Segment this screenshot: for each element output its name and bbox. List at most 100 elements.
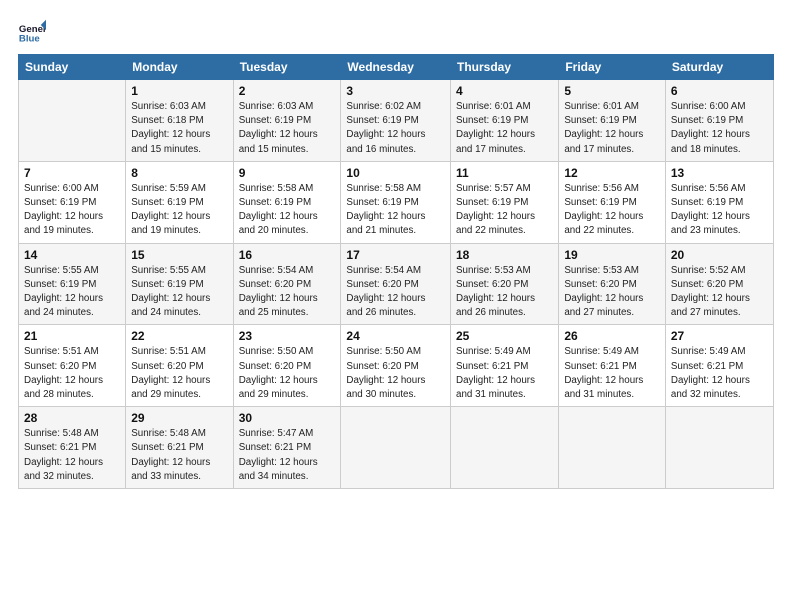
day-number: 21	[24, 329, 120, 343]
day-number: 14	[24, 248, 120, 262]
weekday-header: Tuesday	[233, 55, 341, 80]
day-info: Sunrise: 5:53 AM Sunset: 6:20 PM Dayligh…	[456, 264, 553, 321]
day-number: 30	[239, 411, 336, 425]
calendar-cell: 22 Sunrise: 5:51 AM Sunset: 6:20 PM Dayli…	[126, 325, 233, 407]
calendar-cell	[19, 80, 126, 162]
weekday-header: Friday	[559, 55, 666, 80]
day-info: Sunrise: 6:03 AM Sunset: 6:18 PM Dayligh…	[131, 100, 227, 157]
calendar-cell	[451, 407, 559, 489]
day-info: Sunrise: 5:52 AM Sunset: 6:20 PM Dayligh…	[671, 264, 768, 321]
calendar-cell: 30Sunrise: 5:47 AM Sunset: 6:21 PM Dayli…	[233, 407, 341, 489]
calendar-cell: 17 Sunrise: 5:54 AM Sunset: 6:20 PM Dayli…	[341, 243, 451, 325]
calendar-cell: 24 Sunrise: 5:50 AM Sunset: 6:20 PM Dayli…	[341, 325, 451, 407]
day-info: Sunrise: 5:51 AM Sunset: 6:20 PM Dayligh…	[24, 345, 120, 402]
calendar-cell: 4 Sunrise: 6:01 AM Sunset: 6:19 PM Daylig…	[451, 80, 559, 162]
day-number: 29	[131, 411, 227, 425]
day-info: Sunrise: 5:59 AM Sunset: 6:19 PM Dayligh…	[131, 182, 227, 239]
calendar-cell: 26Sunrise: 5:49 AM Sunset: 6:21 PM Dayli…	[559, 325, 666, 407]
calendar-cell: 20 Sunrise: 5:52 AM Sunset: 6:20 PM Dayli…	[665, 243, 773, 325]
calendar-cell: 8 Sunrise: 5:59 AM Sunset: 6:19 PM Daylig…	[126, 161, 233, 243]
calendar-cell: 9 Sunrise: 5:58 AM Sunset: 6:19 PM Daylig…	[233, 161, 341, 243]
day-info: Sunrise: 5:56 AM Sunset: 6:19 PM Dayligh…	[671, 182, 768, 239]
day-number: 5	[564, 84, 660, 98]
day-number: 20	[671, 248, 768, 262]
day-number: 17	[346, 248, 445, 262]
day-number: 1	[131, 84, 227, 98]
day-info: Sunrise: 5:58 AM Sunset: 6:19 PM Dayligh…	[239, 182, 336, 239]
calendar-cell: 19 Sunrise: 5:53 AM Sunset: 6:20 PM Dayli…	[559, 243, 666, 325]
day-number: 24	[346, 329, 445, 343]
day-info: Sunrise: 6:03 AM Sunset: 6:19 PM Dayligh…	[239, 100, 336, 157]
day-info: Sunrise: 5:51 AM Sunset: 6:20 PM Dayligh…	[131, 345, 227, 402]
day-number: 27	[671, 329, 768, 343]
day-info: Sunrise: 5:57 AM Sunset: 6:19 PM Dayligh…	[456, 182, 553, 239]
day-number: 2	[239, 84, 336, 98]
calendar-cell: 15 Sunrise: 5:55 AM Sunset: 6:19 PM Dayli…	[126, 243, 233, 325]
day-number: 10	[346, 166, 445, 180]
day-info: Sunrise: 5:49 AM Sunset: 6:21 PM Dayligh…	[671, 345, 768, 402]
day-info: Sunrise: 5:55 AM Sunset: 6:19 PM Dayligh…	[24, 264, 120, 321]
day-info: Sunrise: 6:00 AM Sunset: 6:19 PM Dayligh…	[671, 100, 768, 157]
day-info: Sunrise: 5:54 AM Sunset: 6:20 PM Dayligh…	[346, 264, 445, 321]
calendar-cell: 11 Sunrise: 5:57 AM Sunset: 6:19 PM Dayli…	[451, 161, 559, 243]
calendar-cell: 23 Sunrise: 5:50 AM Sunset: 6:20 PM Dayli…	[233, 325, 341, 407]
day-number: 7	[24, 166, 120, 180]
weekday-header: Thursday	[451, 55, 559, 80]
calendar-cell	[559, 407, 666, 489]
svg-text:Blue: Blue	[19, 34, 40, 45]
weekday-header: Wednesday	[341, 55, 451, 80]
day-number: 28	[24, 411, 120, 425]
day-info: Sunrise: 5:58 AM Sunset: 6:19 PM Dayligh…	[346, 182, 445, 239]
day-number: 23	[239, 329, 336, 343]
day-info: Sunrise: 6:01 AM Sunset: 6:19 PM Dayligh…	[564, 100, 660, 157]
day-number: 26	[564, 329, 660, 343]
logo: General Blue	[18, 18, 46, 46]
calendar-cell: 3 Sunrise: 6:02 AM Sunset: 6:19 PM Daylig…	[341, 80, 451, 162]
calendar-table: SundayMondayTuesdayWednesdayThursdayFrid…	[18, 54, 774, 489]
day-info: Sunrise: 5:56 AM Sunset: 6:19 PM Dayligh…	[564, 182, 660, 239]
day-number: 15	[131, 248, 227, 262]
day-number: 8	[131, 166, 227, 180]
calendar-cell: 27 Sunrise: 5:49 AM Sunset: 6:21 PM Dayli…	[665, 325, 773, 407]
day-number: 3	[346, 84, 445, 98]
day-info: Sunrise: 5:48 AM Sunset: 6:21 PM Dayligh…	[131, 427, 227, 484]
day-info: Sunrise: 5:49 AM Sunset: 6:21 PM Dayligh…	[456, 345, 553, 402]
calendar-cell: 29 Sunrise: 5:48 AM Sunset: 6:21 PM Dayli…	[126, 407, 233, 489]
calendar-cell: 16 Sunrise: 5:54 AM Sunset: 6:20 PM Dayli…	[233, 243, 341, 325]
day-number: 22	[131, 329, 227, 343]
calendar-cell: 18 Sunrise: 5:53 AM Sunset: 6:20 PM Dayli…	[451, 243, 559, 325]
calendar-cell: 10 Sunrise: 5:58 AM Sunset: 6:19 PM Dayli…	[341, 161, 451, 243]
calendar-cell: 6 Sunrise: 6:00 AM Sunset: 6:19 PM Daylig…	[665, 80, 773, 162]
calendar-cell: 5 Sunrise: 6:01 AM Sunset: 6:19 PM Daylig…	[559, 80, 666, 162]
weekday-header: Monday	[126, 55, 233, 80]
day-number: 25	[456, 329, 553, 343]
calendar-cell: 1 Sunrise: 6:03 AM Sunset: 6:18 PM Daylig…	[126, 80, 233, 162]
day-info: Sunrise: 5:48 AM Sunset: 6:21 PM Dayligh…	[24, 427, 120, 484]
day-number: 18	[456, 248, 553, 262]
weekday-header: Saturday	[665, 55, 773, 80]
day-info: Sunrise: 6:00 AM Sunset: 6:19 PM Dayligh…	[24, 182, 120, 239]
day-info: Sunrise: 5:55 AM Sunset: 6:19 PM Dayligh…	[131, 264, 227, 321]
weekday-header: Sunday	[19, 55, 126, 80]
calendar-cell: 21 Sunrise: 5:51 AM Sunset: 6:20 PM Dayli…	[19, 325, 126, 407]
day-number: 12	[564, 166, 660, 180]
day-number: 11	[456, 166, 553, 180]
calendar-cell: 25 Sunrise: 5:49 AM Sunset: 6:21 PM Dayli…	[451, 325, 559, 407]
day-info: Sunrise: 5:54 AM Sunset: 6:20 PM Dayligh…	[239, 264, 336, 321]
day-info: Sunrise: 6:01 AM Sunset: 6:19 PM Dayligh…	[456, 100, 553, 157]
day-info: Sunrise: 5:50 AM Sunset: 6:20 PM Dayligh…	[239, 345, 336, 402]
day-number: 4	[456, 84, 553, 98]
day-number: 19	[564, 248, 660, 262]
calendar-cell: 7 Sunrise: 6:00 AM Sunset: 6:19 PM Daylig…	[19, 161, 126, 243]
calendar-cell: 2 Sunrise: 6:03 AM Sunset: 6:19 PM Daylig…	[233, 80, 341, 162]
day-info: Sunrise: 5:50 AM Sunset: 6:20 PM Dayligh…	[346, 345, 445, 402]
day-number: 9	[239, 166, 336, 180]
calendar-cell: 13 Sunrise: 5:56 AM Sunset: 6:19 PM Dayli…	[665, 161, 773, 243]
day-info: Sunrise: 5:53 AM Sunset: 6:20 PM Dayligh…	[564, 264, 660, 321]
day-info: Sunrise: 6:02 AM Sunset: 6:19 PM Dayligh…	[346, 100, 445, 157]
calendar-cell: 28 Sunrise: 5:48 AM Sunset: 6:21 PM Dayli…	[19, 407, 126, 489]
calendar-cell	[341, 407, 451, 489]
day-number: 13	[671, 166, 768, 180]
day-number: 6	[671, 84, 768, 98]
day-number: 16	[239, 248, 336, 262]
